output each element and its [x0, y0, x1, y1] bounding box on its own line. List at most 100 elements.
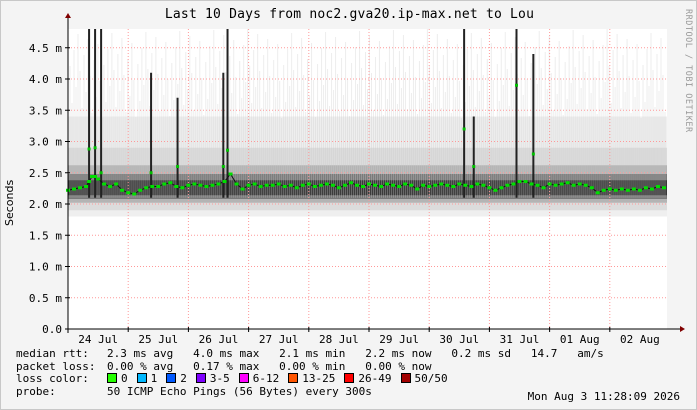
spike-marker-0 — [87, 147, 91, 151]
loss-color-swatch — [238, 373, 249, 383]
median-point — [559, 182, 564, 186]
median-point — [234, 182, 239, 186]
median-point — [132, 192, 137, 196]
loss-color-swatch — [107, 373, 117, 383]
timestamp: Mon Aug 3 11:28:09 2026 — [527, 390, 680, 403]
plot-area: 0.0 0.5 m 1.0 m 1.5 m 2.0 m 2.5 m 3.0 m 3.5 m 4.… — [29, 13, 685, 346]
median-point — [637, 188, 642, 192]
median-point — [258, 185, 263, 188]
median-point — [120, 188, 125, 192]
median-point — [252, 182, 257, 186]
median-point — [523, 180, 528, 183]
median-point — [270, 183, 275, 187]
median-point — [619, 187, 624, 191]
median-point — [84, 185, 89, 188]
median-point — [547, 182, 552, 186]
median-point — [126, 191, 131, 195]
median-point — [210, 183, 215, 187]
spike-marker-5 — [221, 165, 225, 168]
spike-marker-1 — [93, 146, 97, 150]
spike-marker-4 — [176, 165, 180, 168]
median-point — [96, 177, 101, 181]
loss-color-text: 1 — [150, 372, 158, 385]
loss-color-swatch — [400, 373, 411, 383]
median-point — [439, 182, 444, 186]
median-point — [427, 185, 432, 188]
median-point — [613, 188, 618, 192]
median-point — [655, 185, 660, 188]
y-tick-label: 4.5 m — [29, 42, 62, 55]
packet-loss-values: 0.00 % avg 0.17 % max 0.00 % min 0.00 % … — [107, 359, 432, 373]
median-point — [312, 185, 317, 188]
median-point — [415, 187, 420, 191]
median-point — [216, 182, 221, 186]
median-point — [379, 185, 384, 188]
median-point — [643, 186, 648, 190]
spike-marker-6 — [226, 148, 230, 152]
median-point — [108, 185, 113, 188]
x-tick-label: 26 Jul — [199, 333, 239, 346]
median-point — [535, 183, 540, 187]
median-point — [493, 188, 498, 192]
x-tick-label: 31 Jul — [500, 333, 540, 346]
y-tick-label: 3.5 m — [29, 104, 62, 117]
x-tick-label: 30 Jul — [439, 333, 479, 346]
median-point — [385, 182, 390, 186]
loss-color-list: 0 1 2 3-5 6-12 13-25 26-49 50/50 — [107, 372, 457, 385]
median-point — [373, 183, 378, 187]
median-point — [342, 183, 347, 187]
median-point — [276, 182, 281, 186]
median-point — [324, 182, 329, 186]
median-point — [583, 183, 588, 187]
loss-color-text: 0 — [121, 372, 128, 385]
y-tick-label: 2.5 m — [29, 167, 62, 180]
median-point — [541, 186, 546, 190]
loss-color-text: 2 — [180, 372, 187, 385]
median-point — [475, 182, 480, 186]
y-tick-label: 0.0 — [42, 323, 62, 336]
median-point — [511, 182, 516, 186]
median-point — [403, 182, 408, 186]
y-tick-label: 1.5 m — [29, 229, 62, 242]
x-tick-label: 27 Jul — [259, 333, 299, 346]
loss-color-text: 6-12 — [252, 372, 280, 385]
loss-color-text: 3-5 — [209, 372, 230, 385]
median-point — [360, 185, 365, 188]
x-tick-label: 02 Aug — [620, 333, 660, 346]
median-point — [469, 185, 474, 188]
median-point — [138, 188, 143, 192]
median-point — [192, 182, 197, 186]
y-tick-label: 3.0 m — [29, 136, 62, 149]
spike-marker-3 — [149, 171, 153, 175]
median-point — [409, 183, 414, 187]
median-point — [150, 185, 155, 188]
median-point — [246, 183, 251, 187]
median-point — [499, 186, 504, 190]
median-point — [222, 180, 227, 183]
probe-row: probe: 50 ICMP Echo Pings (56 Bytes) ever… — [16, 384, 604, 399]
median-point — [457, 182, 462, 186]
median-point — [156, 185, 161, 188]
median-point — [336, 186, 341, 190]
median-point — [180, 186, 185, 190]
median-point — [445, 183, 450, 187]
loss-color-text: 13-25 — [302, 372, 336, 385]
median-point — [565, 181, 570, 185]
loss-color-swatch — [344, 373, 355, 383]
spike-marker-7 — [462, 127, 466, 131]
median-point — [78, 186, 83, 190]
median-point — [162, 182, 167, 186]
smokeping-graph: Last 10 Days from noc2.gva20.ip-max.net … — [0, 0, 697, 410]
loss-color-item: 50/50 — [400, 372, 448, 386]
median-point — [577, 182, 582, 186]
median-point — [607, 187, 612, 191]
median-point — [421, 183, 426, 187]
median-point — [204, 185, 209, 188]
probe-label: probe: — [16, 384, 56, 398]
median-point — [330, 183, 335, 187]
spike-marker-2 — [99, 171, 103, 175]
median-point — [348, 181, 353, 185]
median-point — [87, 180, 92, 183]
loss-color-text: 26-49 — [358, 372, 392, 385]
median-point — [288, 183, 293, 187]
